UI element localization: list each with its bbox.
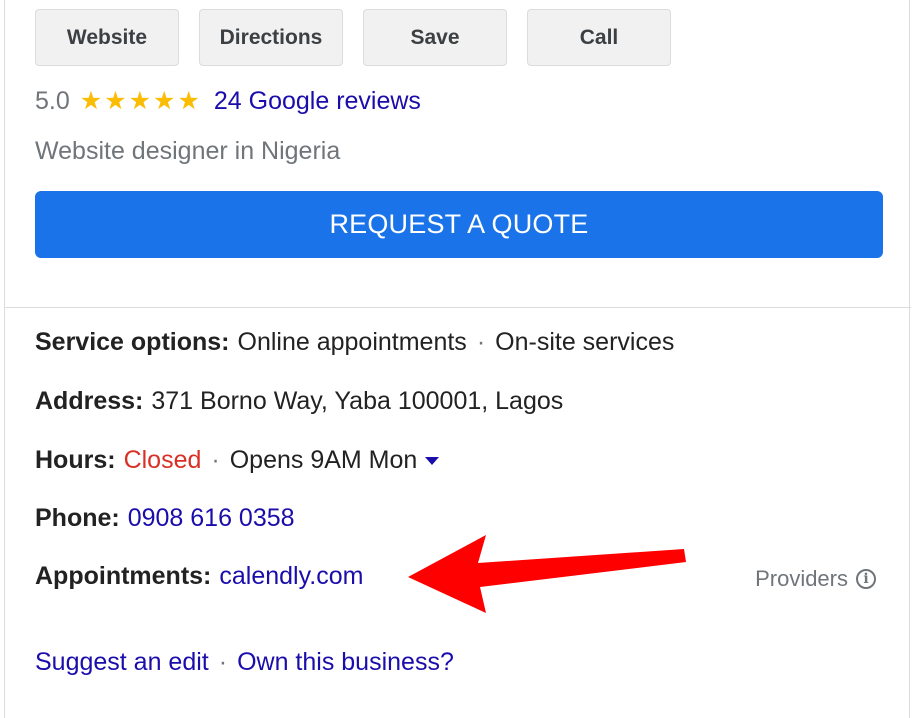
info-icon: i [856, 569, 876, 589]
star-icon: ★ [153, 86, 176, 115]
address-value: 371 Borno Way, Yaba 100001, Lagos [151, 387, 564, 415]
reviews-link[interactable]: 24 Google reviews [214, 87, 421, 116]
rating-stars: ★ ★ ★ ★ ★ [79, 86, 202, 115]
rating-value: 5.0 [35, 86, 70, 115]
appointments-label: Appointments: [35, 562, 212, 590]
rating-row: 5.0 ★ ★ ★ ★ ★ 24 Google reviews [35, 84, 421, 118]
address-label: Address: [35, 387, 144, 415]
website-button[interactable]: Website [35, 9, 179, 66]
separator: · [218, 648, 228, 676]
phone-row: Phone: 0908 616 0358 [35, 504, 295, 533]
hours-status: Closed [123, 446, 202, 474]
star-icon: ★ [104, 86, 127, 115]
hours-next-open[interactable]: Opens 9AM Mon [230, 446, 418, 475]
hours-row: Hours: Closed · Opens 9AM Mon [35, 446, 440, 475]
appointments-row: Appointments: calendly.com [35, 562, 363, 591]
business-category: Website designer in Nigeria [35, 137, 341, 165]
section-divider [5, 307, 911, 308]
separator: · [476, 328, 486, 356]
star-icon: ★ [79, 86, 103, 115]
directions-button[interactable]: Directions [199, 9, 343, 66]
address-row: Address: 371 Borno Way, Yaba 100001, Lag… [35, 387, 563, 416]
save-button[interactable]: Save [363, 9, 507, 66]
phone-link[interactable]: 0908 616 0358 [128, 504, 295, 533]
caret-down-icon[interactable] [425, 456, 440, 465]
red-arrow-annotation [408, 535, 686, 613]
star-icon: ★ [128, 86, 152, 115]
separator: · [211, 446, 220, 474]
service-options-row: Service options: Online appointments · O… [35, 328, 674, 357]
request-quote-button[interactable]: REQUEST A QUOTE [35, 191, 883, 258]
call-button[interactable]: Call [527, 9, 671, 66]
star-icon: ★ [177, 86, 200, 115]
action-buttons: Website Directions Save Call [35, 9, 671, 66]
appointments-link[interactable]: calendly.com [219, 562, 363, 591]
footer-links: Suggest an edit · Own this business? [35, 648, 454, 677]
hours-label: Hours: [35, 446, 116, 474]
arrow-shape [408, 535, 686, 613]
suggest-edit-link[interactable]: Suggest an edit [35, 648, 209, 677]
service-option-onsite: On-site services [495, 328, 675, 356]
providers-button[interactable]: Providers i [755, 566, 876, 592]
service-option-online: Online appointments [237, 328, 467, 356]
service-options-label: Service options: [35, 328, 230, 356]
own-business-link[interactable]: Own this business? [237, 648, 454, 677]
phone-label: Phone: [35, 504, 120, 532]
providers-label: Providers [755, 566, 848, 591]
